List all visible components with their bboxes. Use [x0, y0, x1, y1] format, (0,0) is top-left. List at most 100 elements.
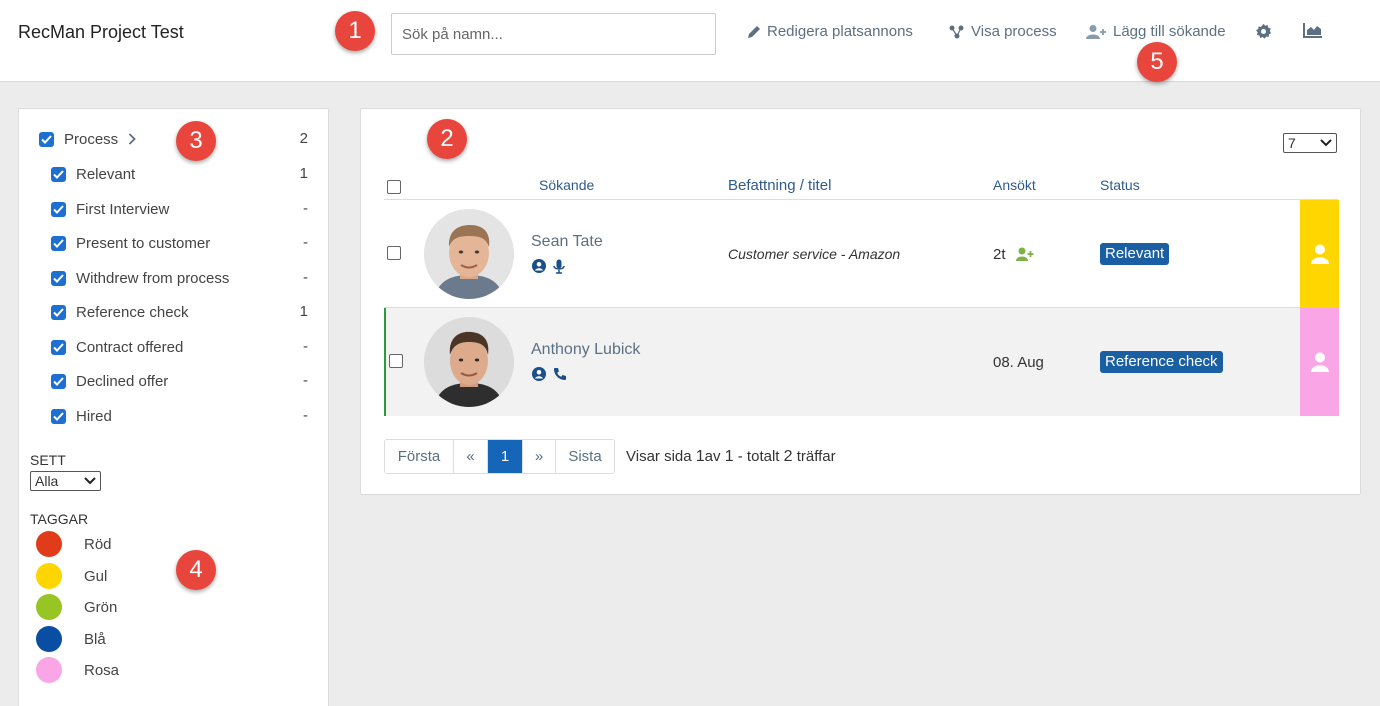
info-of: av	[704, 448, 721, 465]
stage-filter[interactable]: Declined offer	[51, 371, 168, 391]
new-applicant-icon	[1016, 247, 1034, 261]
stage-checkbox[interactable]	[51, 201, 66, 217]
col-status[interactable]: Status	[1100, 177, 1140, 193]
stage-checkbox[interactable]	[51, 408, 66, 424]
tag-color-dot	[36, 594, 62, 620]
stage-count: -	[303, 338, 308, 355]
stage-label: Reference check	[76, 303, 189, 321]
stage-checkbox[interactable]	[51, 235, 66, 251]
current-page-button[interactable]: 1	[488, 440, 523, 473]
microphone-icon[interactable]	[553, 259, 565, 274]
color-tag[interactable]	[1300, 308, 1339, 416]
last-page-button[interactable]: Sista	[556, 440, 614, 473]
next-page-button[interactable]: »	[523, 440, 556, 473]
tag-name: Röd	[84, 535, 112, 553]
applicant-icons	[532, 367, 567, 381]
add-applicant-label: Lägg till sökande	[1113, 23, 1226, 40]
row-checkbox[interactable]	[389, 354, 403, 368]
chevron-right-icon[interactable]	[128, 133, 136, 145]
callout-3: 3	[176, 121, 216, 161]
show-process-link[interactable]: Visa process	[948, 23, 1057, 40]
stage-filter[interactable]: Reference check	[51, 302, 189, 322]
phone-icon[interactable]	[553, 367, 567, 381]
prev-page-button[interactable]: «	[454, 440, 488, 473]
select-all-checkbox[interactable]	[387, 180, 401, 194]
tag-name: Rosa	[84, 661, 120, 679]
applicant-name[interactable]: Sean Tate	[531, 233, 603, 251]
col-position[interactable]: Befattning / titel	[728, 177, 831, 194]
avatar[interactable]	[424, 209, 514, 299]
tag-color-dot	[36, 531, 62, 557]
stage-count: -	[303, 372, 308, 389]
filter-sidebar: Process 2 Relevant 1 First Interview - Prese…	[18, 108, 329, 706]
process-checkbox[interactable]	[39, 131, 54, 147]
chevron-down-icon	[1320, 139, 1332, 147]
stage-checkbox[interactable]	[51, 166, 66, 182]
stage-label: Withdrew from process	[76, 269, 230, 287]
stage-checkbox[interactable]	[51, 373, 66, 389]
tag-filter[interactable]: Gul	[36, 563, 107, 589]
applicant-position: Customer service - Amazon	[728, 246, 901, 262]
stage-checkbox[interactable]	[51, 270, 66, 286]
stage-filter[interactable]: Relevant	[51, 164, 135, 184]
avatar[interactable]	[424, 317, 514, 407]
search-input[interactable]	[391, 13, 716, 55]
stage-count: 1	[299, 165, 308, 182]
stage-checkbox[interactable]	[51, 339, 66, 355]
stage-label: Relevant	[76, 165, 136, 183]
gear-icon[interactable]	[1255, 23, 1272, 45]
pagination-info: Visar sida 1av 1 - totalt 2 träffar	[626, 448, 836, 466]
stage-label: First Interview	[76, 200, 170, 218]
stage-count: -	[303, 234, 308, 251]
first-page-button[interactable]: Första	[385, 440, 454, 473]
info-total-label: - totalt	[737, 448, 780, 465]
add-applicant-link[interactable]: Lägg till sökande	[1086, 23, 1226, 40]
table-row[interactable]: Anthony Lubick 08. Aug Reference check	[384, 308, 1339, 416]
status-badge: Relevant	[1100, 243, 1170, 265]
tag-color-dot	[36, 563, 62, 589]
stage-filter[interactable]: Contract offered	[51, 337, 183, 357]
table-row[interactable]: Sean Tate Customer service - Amazon 2t R…	[384, 200, 1339, 308]
tag-filter[interactable]: Röd	[36, 531, 112, 557]
row-checkbox[interactable]	[387, 246, 401, 260]
callout-1: 1	[335, 11, 375, 51]
tag-name: Gul	[84, 567, 108, 585]
tag-color-dot	[36, 626, 62, 652]
tag-filter[interactable]: Grön	[36, 594, 117, 620]
stage-filter[interactable]: Withdrew from process	[51, 268, 229, 288]
stage-label: Declined offer	[76, 372, 169, 390]
applicant-icons	[532, 259, 565, 274]
stage-filter[interactable]: First Interview	[51, 199, 169, 219]
process-icon	[949, 25, 964, 38]
seen-value: Alla	[35, 473, 59, 489]
col-applied[interactable]: Ansökt	[993, 177, 1036, 193]
tags-label: TAGGAR	[30, 511, 89, 527]
app-title: RecMan Project Test	[18, 22, 184, 42]
user-circle-icon[interactable]	[532, 367, 546, 381]
stage-filter[interactable]: Present to customer	[51, 233, 210, 253]
per-page-select[interactable]: 7	[1283, 133, 1337, 153]
applicant-name[interactable]: Anthony Lubick	[531, 341, 640, 359]
tag-filter[interactable]: Rosa	[36, 657, 119, 683]
tag-name: Blå	[84, 630, 106, 648]
applied-date: 2t	[993, 246, 1006, 263]
callout-2: 2	[427, 119, 467, 159]
color-tag[interactable]	[1300, 200, 1339, 308]
info-page: 1	[695, 448, 705, 465]
process-filter[interactable]: Process	[39, 129, 136, 149]
stage-filter[interactable]: Hired	[51, 406, 112, 426]
user-circle-icon[interactable]	[532, 259, 546, 273]
process-count: 2	[299, 130, 308, 147]
edit-ad-link[interactable]: Redigera platsannons	[746, 23, 913, 40]
applied-date: 08. Aug	[993, 354, 1044, 371]
stage-label: Hired	[76, 407, 112, 425]
info-prefix: Visar sida	[626, 448, 692, 465]
status-badge: Reference check	[1100, 351, 1223, 373]
tag-filter[interactable]: Blå	[36, 626, 106, 652]
col-applicant[interactable]: Sökande	[539, 177, 594, 193]
seen-select[interactable]: Alla	[30, 471, 101, 491]
show-process-label: Visa process	[971, 23, 1057, 40]
chart-icon[interactable]	[1303, 22, 1323, 43]
user-icon	[1310, 352, 1329, 372]
stage-checkbox[interactable]	[51, 304, 66, 320]
